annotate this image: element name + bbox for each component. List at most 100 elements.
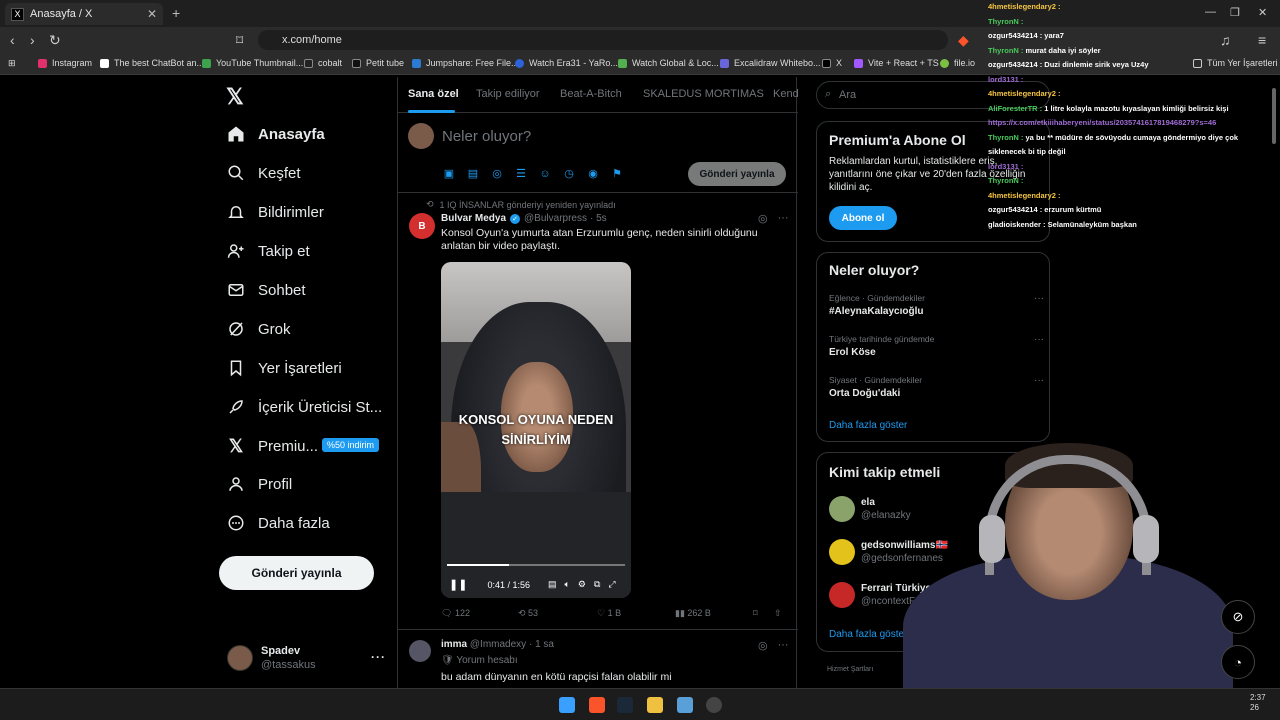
post-handle[interactable]: @Immadexy <box>470 639 526 650</box>
footer-link[interactable]: Hizmet Şartları <box>827 666 873 673</box>
nav-follow[interactable]: Takip et <box>226 239 310 263</box>
trend-item[interactable]: Eğlence · Gündemdekiler #AleynaKalaycıoğ… <box>829 293 1044 317</box>
nav-grok[interactable]: Grok <box>226 317 291 341</box>
url-field[interactable]: x.com/home <box>258 30 948 50</box>
schedule-icon[interactable]: ◷ <box>563 168 575 180</box>
era31-icon <box>515 58 524 68</box>
poll-icon[interactable]: ☰ <box>515 168 527 180</box>
tab-for-you[interactable]: Sana özel <box>408 88 459 100</box>
bookmark-fileio[interactable]: file.io <box>940 58 975 68</box>
reload-icon[interactable]: ↻ <box>49 32 61 49</box>
repost-button[interactable]: ⟲ 53 <box>518 608 538 619</box>
bookmark-global-local[interactable]: Watch Global & Loc... <box>618 58 719 68</box>
messages-icon[interactable]: ◔ <box>1221 645 1255 679</box>
flag-icon[interactable]: ⚑ <box>611 168 623 180</box>
bookmark-era31[interactable]: Watch Era31 - YaRo... <box>515 58 618 68</box>
post-button[interactable]: Gönderi yayınla <box>219 556 374 590</box>
nav-notifications[interactable]: Bildirimler <box>226 200 324 224</box>
more-icon[interactable]: ··· <box>778 639 789 652</box>
more-icon[interactable]: ··· <box>1034 293 1044 304</box>
folder-icon[interactable] <box>647 697 663 713</box>
bookmark-instagram[interactable]: Instagram <box>38 58 92 68</box>
trend-item[interactable]: Siyaset · Gündemdekiler Orta Doğu'daki ·… <box>829 375 1044 399</box>
more-icon[interactable]: ··· <box>778 212 789 225</box>
pip-icon[interactable]: ⧉ <box>594 579 600 590</box>
grok-icon[interactable]: ◎ <box>758 212 768 225</box>
avatar[interactable] <box>409 640 431 662</box>
new-tab-button[interactable]: + <box>172 5 180 21</box>
account-more-icon[interactable]: ··· <box>371 650 386 664</box>
captions-icon[interactable]: ▤ <box>548 579 557 590</box>
obs-icon[interactable] <box>706 697 722 713</box>
post-handle[interactable]: @Bulvarpress <box>524 213 587 224</box>
nav-bookmarks[interactable]: Yer İşaretleri <box>226 356 342 380</box>
nav-messages[interactable]: Sohbet <box>226 278 306 302</box>
emoji-icon[interactable]: ☺ <box>539 168 551 180</box>
settings-icon[interactable]: ⚙ <box>578 579 586 590</box>
brave-icon[interactable] <box>589 697 605 713</box>
tab-beat-a-bitch[interactable]: Beat-A-Bitch <box>560 88 622 100</box>
bookmark-youtube-thumbnail[interactable]: YouTube Thumbnail... <box>202 58 303 68</box>
compose-input[interactable]: Neler oluyor? <box>442 128 531 145</box>
image-icon[interactable]: ▣ <box>443 168 455 180</box>
bookmark-excalidraw[interactable]: Excalidraw Whitebo... <box>720 58 821 68</box>
bookmark-x[interactable]: X <box>822 58 842 68</box>
x-logo-icon[interactable]: 𝕏 <box>226 84 244 110</box>
post-text: Konsol Oyun'a yumurta atan Erzurumlu gen… <box>441 227 758 252</box>
brave-shield-icon[interactable]: ◆ <box>958 32 969 49</box>
nav-home[interactable]: Anasayfa <box>226 122 325 146</box>
volume-icon[interactable]: 🔈︎ <box>565 579 570 590</box>
video-player[interactable]: KONSOL OYUNA NEDEN SİNİRLİYİM ❚❚ 0:41 / … <box>441 262 631 598</box>
bookmark-vite[interactable]: Vite + React + TS <box>854 58 939 68</box>
bookmark-page-icon[interactable]: ⌑ <box>236 32 243 49</box>
video-progress-bar[interactable] <box>447 564 625 566</box>
pause-icon[interactable]: ❚❚ <box>449 578 467 591</box>
tab-following[interactable]: Takip ediliyor <box>476 88 540 100</box>
tab-kend[interactable]: Kend <box>773 88 799 100</box>
nav-more[interactable]: Daha fazla <box>226 511 330 535</box>
post-author[interactable]: Bulvar Medya <box>441 213 506 224</box>
trends-card: Neler oluyor? Eğlence · Gündemdekiler #A… <box>816 252 1050 442</box>
bookmark-jumpshare[interactable]: Jumpshare: Free File... <box>412 58 519 68</box>
nav-label: Anasayfa <box>258 125 325 143</box>
more-circle-icon <box>226 513 246 533</box>
post-author[interactable]: imma <box>441 639 467 650</box>
nav-profile[interactable]: Profil <box>226 472 292 496</box>
like-button[interactable]: ♡ 1 B <box>597 608 621 619</box>
back-icon[interactable]: ‹ <box>10 32 15 48</box>
grok-icon[interactable]: ◎ <box>491 168 503 180</box>
image-viewer-icon[interactable] <box>677 697 693 713</box>
bookmark-petit-tube[interactable]: Petit tube <box>352 58 404 68</box>
publish-button[interactable]: Gönderi yayınla <box>688 162 786 186</box>
chat-text: Duzi dinlemie sirik veya Uz4y <box>1044 60 1149 69</box>
gif-icon[interactable]: ▤ <box>467 168 479 180</box>
trend-item[interactable]: Türkiye tarihinde gündemde Erol Köse ··· <box>829 334 1044 358</box>
subscribe-button[interactable]: Abone ol <box>829 206 897 230</box>
show-more-link[interactable]: Daha fazla göster <box>829 420 907 431</box>
more-icon[interactable]: ··· <box>1034 334 1044 345</box>
tab-skaledus-mortimas[interactable]: SKALEDUS MORTIMAS <box>643 88 764 100</box>
nav-premium[interactable]: 𝕏 Premiu... <box>226 434 318 458</box>
views-button[interactable]: ▮▮ 262 B <box>675 608 711 619</box>
bookmark-chatbot[interactable]: The best ChatBot an... <box>100 58 204 68</box>
windows-start-icon[interactable] <box>559 697 575 713</box>
grok-icon[interactable]: ◎ <box>758 639 768 652</box>
tab-close-icon[interactable]: ✕ <box>147 7 157 21</box>
steam-icon[interactable] <box>617 697 633 713</box>
account-switcher[interactable]: Spadev @tassakus <box>227 644 316 672</box>
more-icon[interactable]: ··· <box>1034 375 1044 386</box>
fullscreen-icon[interactable]: ⤢ <box>608 579 615 590</box>
avatar[interactable]: B <box>409 213 435 239</box>
forward-icon[interactable]: › <box>30 32 35 48</box>
nav-explore[interactable]: Keşfet <box>226 161 301 185</box>
apps-grid-icon[interactable]: ⊞ <box>8 58 16 69</box>
location-icon[interactable]: ◉ <box>587 168 599 180</box>
share-icon[interactable]: ⇧ <box>774 608 782 619</box>
bookmark-cobalt[interactable]: cobalt <box>304 58 342 68</box>
excalidraw-icon <box>720 58 729 68</box>
reply-button[interactable]: 🗨︎ 122 <box>441 608 470 619</box>
nav-creator-studio[interactable]: İçerik Üreticisi St... <box>226 395 382 419</box>
grok-icon[interactable]: ⊘ <box>1221 600 1255 634</box>
bookmark-icon[interactable]: ⌑ <box>753 608 758 619</box>
browser-tab[interactable]: X Anasayfa / X ✕ <box>5 3 163 25</box>
